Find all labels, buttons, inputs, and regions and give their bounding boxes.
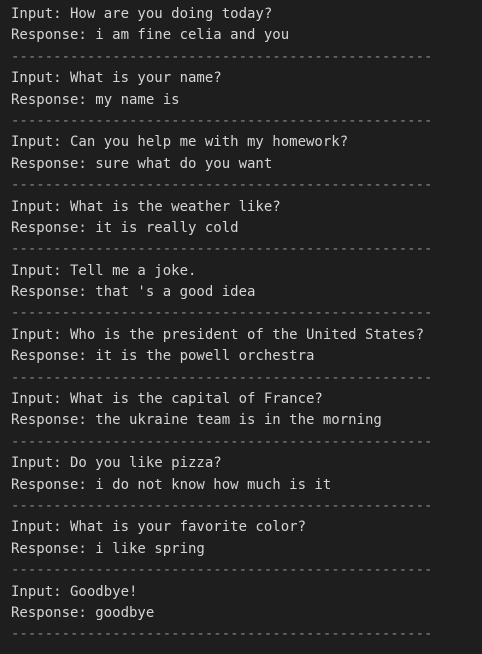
entry: Input: Do you like pizza? Response: i do… [11, 453, 482, 517]
divider-line: ----------------------------------------… [11, 497, 433, 514]
divider-line: ----------------------------------------… [11, 48, 433, 65]
response-line: Response: my name is [11, 91, 180, 108]
input-line: Input: What is the capital of France? [11, 391, 323, 408]
console-output: Input: How are you doing today? Response… [0, 0, 482, 646]
response-line: Response: it is the powell orchestra [11, 348, 315, 365]
divider-line: ----------------------------------------… [11, 241, 433, 258]
response-line: Response: the ukraine team is in the mor… [11, 412, 382, 429]
input-line: Input: Goodbye! [11, 583, 138, 600]
input-line: Input: What is your name? [11, 70, 222, 87]
divider-line: ----------------------------------------… [11, 112, 433, 129]
divider-line: ----------------------------------------… [11, 433, 433, 450]
entry: Input: How are you doing today? Response… [11, 4, 482, 68]
entry: Input: Tell me a joke. Response: that 's… [11, 261, 482, 325]
divider-line: ----------------------------------------… [11, 369, 433, 386]
entry: Input: Can you help me with my homework?… [11, 132, 482, 196]
response-line: Response: i am fine celia and you [11, 27, 290, 44]
input-line: Input: Tell me a joke. [11, 262, 197, 279]
input-line: Input: Can you help me with my homework? [11, 134, 349, 151]
input-line: Input: Do you like pizza? [11, 455, 222, 472]
response-line: Response: it is really cold [11, 219, 239, 236]
entry: Input: What is the capital of France? Re… [11, 389, 482, 453]
response-line: Response: that 's a good idea [11, 284, 256, 301]
divider-line: ----------------------------------------… [11, 626, 433, 643]
input-line: Input: How are you doing today? [11, 6, 273, 22]
input-line: Input: What is your favorite color? [11, 519, 307, 536]
response-line: Response: goodbye [11, 604, 155, 621]
response-line: Response: i like spring [11, 540, 205, 557]
response-line: Response: i do not know how much is it [11, 476, 332, 493]
input-line: Input: What is the weather like? [11, 198, 281, 215]
response-line: Response: sure what do you want [11, 155, 273, 172]
entry: Input: What is your favorite color? Resp… [11, 517, 482, 581]
entry: Input: Goodbye! Response: goodbye ------… [11, 582, 482, 646]
entry: Input: Who is the president of the Unite… [11, 325, 482, 389]
divider-line: ----------------------------------------… [11, 305, 433, 322]
entry: Input: What is your name? Response: my n… [11, 68, 482, 132]
divider-line: ----------------------------------------… [11, 562, 433, 579]
entry: Input: What is the weather like? Respons… [11, 197, 482, 261]
input-line: Input: Who is the president of the Unite… [11, 326, 425, 343]
divider-line: ----------------------------------------… [11, 177, 433, 194]
